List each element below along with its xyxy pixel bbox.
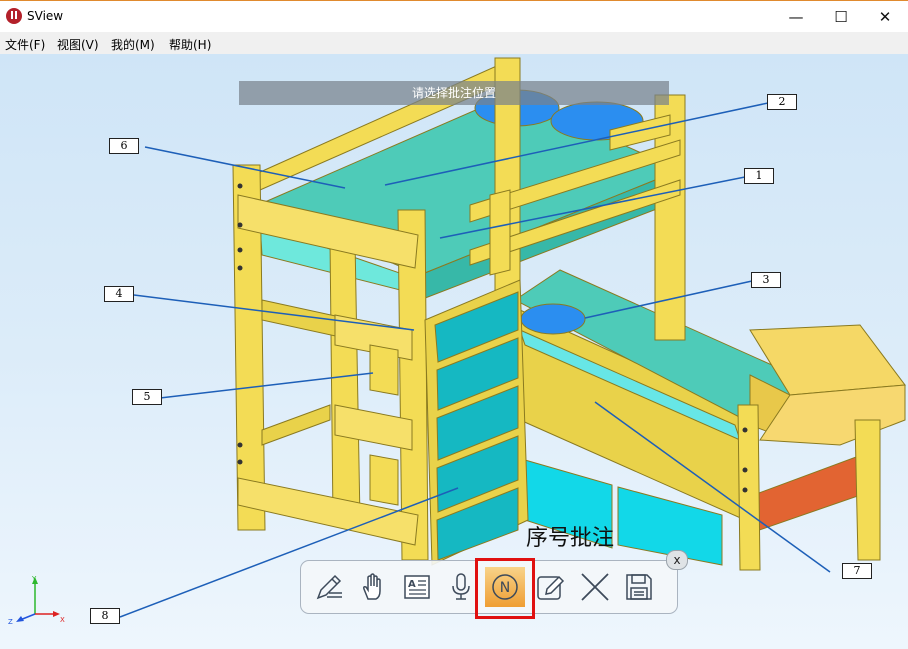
title-bar: SView — ☐ ✕: [0, 0, 908, 32]
callout-4[interactable]: 4: [104, 286, 134, 302]
close-button[interactable]: ✕: [862, 1, 908, 32]
save-icon[interactable]: [619, 567, 659, 607]
delete-icon[interactable]: [575, 567, 615, 607]
axis-y-label: Y: [31, 575, 37, 583]
callout-6[interactable]: 6: [109, 138, 139, 154]
menu-file[interactable]: 文件(F): [5, 36, 45, 53]
menu-mine[interactable]: 我的(M): [111, 36, 155, 53]
callout-3[interactable]: 3: [751, 272, 781, 288]
menu-bar: 文件(F) 视图(V) 我的(M) 帮助(H): [0, 32, 908, 54]
toolbar-close-button[interactable]: x: [666, 550, 688, 570]
leader-line-4: [133, 294, 415, 331]
edit-icon[interactable]: [530, 567, 570, 607]
menu-help[interactable]: 帮助(H): [169, 36, 211, 53]
callout-8[interactable]: 8: [90, 608, 120, 624]
app-title: SView: [27, 9, 64, 23]
maximize-button[interactable]: ☐: [818, 1, 864, 32]
app-logo-icon: [6, 8, 22, 24]
axis-triad: Y Z X: [8, 575, 65, 626]
callout-5[interactable]: 5: [132, 389, 162, 405]
axis-x-label: X: [60, 616, 65, 624]
text-note-icon[interactable]: A: [397, 567, 437, 607]
hand-icon[interactable]: [353, 567, 393, 607]
selection-hint-banner: 请选择批注位置: [239, 81, 669, 105]
3d-viewport[interactable]: 请选择批注位置 2 1 6 3 4 5 7 8 序号批注 A N x Y Z X: [0, 54, 908, 649]
minimize-button[interactable]: —: [773, 1, 819, 32]
callout-2[interactable]: 2: [767, 94, 797, 110]
svg-text:A: A: [408, 579, 416, 590]
callout-7[interactable]: 7: [842, 563, 872, 579]
callout-1[interactable]: 1: [744, 168, 774, 184]
menu-view[interactable]: 视图(V): [57, 36, 99, 53]
active-tool-label: 序号批注: [526, 526, 615, 551]
axis-z-label: Z: [8, 618, 13, 626]
active-tool-highlight: [475, 558, 535, 619]
annotate-text-icon[interactable]: [309, 567, 349, 607]
